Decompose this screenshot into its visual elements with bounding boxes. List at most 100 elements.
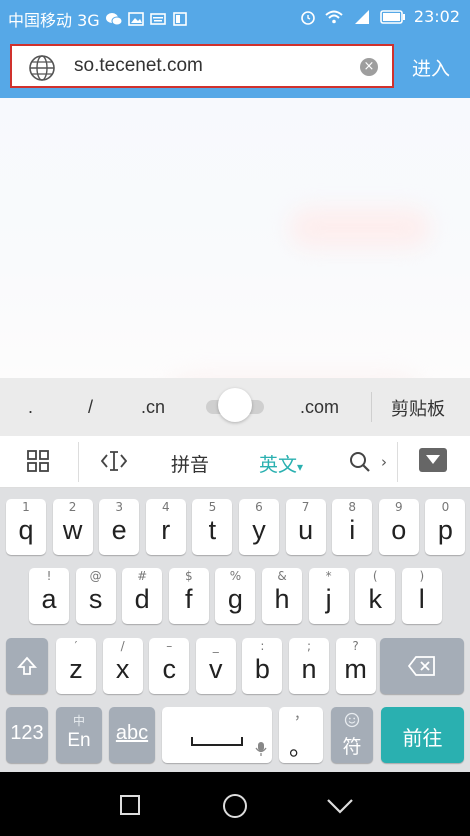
key-secondary-label: * <box>325 569 332 583</box>
status-bar: 中国移动 3G 23:02 <box>0 0 470 36</box>
key-secondary-label: 4 <box>161 500 170 514</box>
key-g[interactable]: % g <box>215 568 256 624</box>
clipboard-button[interactable]: 剪贴板 <box>391 395 445 421</box>
key-z[interactable]: ′ z <box>56 638 96 694</box>
divider <box>78 442 79 482</box>
key-label: n <box>301 654 317 684</box>
key-label: t <box>208 515 217 545</box>
punctuation-key[interactable]: ， 。 <box>279 707 323 763</box>
suggest-cn[interactable]: .cn <box>141 397 165 418</box>
symbols-key[interactable]: 符 <box>331 707 373 763</box>
pinyin-mode-tab[interactable]: 拼音 <box>171 450 209 477</box>
symbols-key-label: 符 <box>342 736 362 758</box>
key-secondary-label: ! <box>46 569 52 583</box>
english-mode-label: 英文 <box>259 454 298 476</box>
page-content-area <box>0 98 470 433</box>
key-secondary-label: 5 <box>208 500 217 514</box>
key-label: w <box>62 515 83 545</box>
key-label: a <box>41 584 57 614</box>
key-secondary-label: ) <box>419 569 425 583</box>
back-icon[interactable] <box>326 797 354 815</box>
key-k[interactable]: (k <box>355 568 396 624</box>
key-b[interactable]: :b <box>242 638 283 694</box>
space-bar-icon <box>191 737 243 746</box>
key-f[interactable]: $ f <box>168 568 209 624</box>
shift-icon <box>17 656 37 675</box>
cursor-move-icon[interactable] <box>101 450 127 472</box>
key-secondary-label: $ <box>184 569 193 583</box>
language-switch-key[interactable]: 中 En <box>56 707 102 763</box>
system-nav-bar <box>0 772 470 836</box>
key-l[interactable]: ) l <box>401 568 442 624</box>
abc-key[interactable]: abc <box>109 707 155 763</box>
globe-icon <box>29 55 55 81</box>
space-key[interactable] <box>162 707 272 763</box>
keyboard: 1q2w3e4r5t6y7u8i9o0p ! a @ s # d $ f% g & h * j(k) l … <box>0 488 470 772</box>
key-c[interactable]: – c <box>149 638 190 694</box>
browser-top-bar: so.tecenet.com × 进入 <box>0 36 470 98</box>
key-t[interactable]: 5t <box>192 499 233 555</box>
punctuation-main: 。 <box>289 733 313 761</box>
divider <box>397 442 398 482</box>
key-label: h <box>274 584 290 614</box>
url-text[interactable]: so.tecenet.com <box>74 55 203 77</box>
key-secondary-label: 9 <box>394 500 403 514</box>
key-w[interactable]: 2w <box>52 499 93 555</box>
key-secondary-label: ? <box>352 639 359 653</box>
suggest-com[interactable]: .com <box>300 397 339 418</box>
key-label: g <box>227 584 243 614</box>
key-secondary-label: – <box>166 639 173 653</box>
key-p[interactable]: 0p <box>425 499 466 555</box>
wifi-icon <box>325 10 343 23</box>
enter-button[interactable]: 进入 <box>412 54 450 81</box>
ime-toolbar: 拼音 英文▾ › <box>0 436 470 488</box>
key-secondary-label: @ <box>89 569 102 583</box>
english-mode-tab[interactable]: 英文▾ <box>259 450 303 477</box>
key-i[interactable]: 8i <box>332 499 373 555</box>
key-label: f <box>185 584 193 614</box>
key-label: x <box>115 654 130 684</box>
key-label: v <box>209 654 223 684</box>
key-m[interactable]: ? m <box>335 638 376 694</box>
numbers-key[interactable]: 123 <box>6 707 48 763</box>
key-q[interactable]: 1q <box>6 499 46 555</box>
key-x[interactable]: / x <box>102 638 143 694</box>
chevron-right-icon[interactable]: › <box>381 453 387 471</box>
key-y[interactable]: 6y <box>239 499 279 555</box>
clear-icon[interactable]: × <box>360 58 378 76</box>
go-button[interactable]: 前往 <box>381 707 464 763</box>
url-input[interactable]: so.tecenet.com × <box>10 44 394 88</box>
key-o[interactable]: 9o <box>378 499 419 555</box>
dropdown-arrow-icon: ▾ <box>297 460 304 474</box>
key-label: q <box>18 515 34 545</box>
key-h[interactable]: & h <box>262 568 302 624</box>
grid-menu-icon[interactable] <box>27 450 49 472</box>
search-icon[interactable] <box>349 451 371 473</box>
recent-apps-icon[interactable] <box>119 794 141 816</box>
key-secondary-label: % <box>229 569 242 583</box>
key-u[interactable]: 7u <box>285 499 326 555</box>
wechat-icon <box>105 13 122 26</box>
language-english-label: En <box>67 730 91 751</box>
divider <box>371 392 372 422</box>
shift-key[interactable] <box>6 638 48 694</box>
key-secondary-label: # <box>137 569 148 583</box>
key-r[interactable]: 4r <box>145 499 186 555</box>
suggest-dot[interactable]: . <box>28 397 33 418</box>
suggest-slash[interactable]: / <box>88 397 93 418</box>
hide-keyboard-button[interactable] <box>419 448 447 472</box>
key-v[interactable]: _ v <box>195 638 236 694</box>
cursor-slider-handle[interactable] <box>218 388 252 422</box>
microphone-icon <box>255 742 267 756</box>
key-d[interactable]: # d <box>122 568 163 624</box>
key-secondary-label: 0 <box>441 500 450 514</box>
key-e[interactable]: 3e <box>99 499 140 555</box>
key-label: z <box>69 654 83 684</box>
key-label: d <box>134 584 150 614</box>
key-s[interactable]: @ s <box>75 568 116 624</box>
key-n[interactable]: ; n <box>289 638 329 694</box>
key-j[interactable]: * j <box>308 568 349 624</box>
key-a[interactable]: ! a <box>29 568 69 624</box>
backspace-key[interactable] <box>380 638 464 694</box>
home-icon[interactable] <box>222 793 248 819</box>
